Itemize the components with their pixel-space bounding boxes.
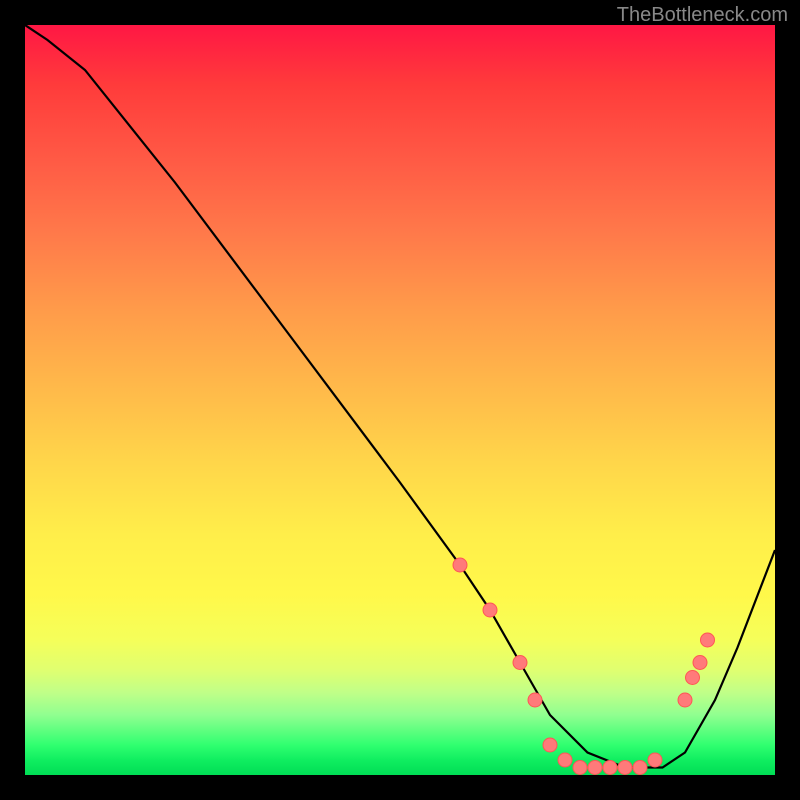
curve-marker — [588, 761, 602, 775]
curve-marker — [543, 738, 557, 752]
curve-marker — [453, 558, 467, 572]
curve-marker — [633, 761, 647, 775]
curve-marker — [686, 671, 700, 685]
curve-marker — [693, 656, 707, 670]
curve-marker — [483, 603, 497, 617]
curve-marker — [558, 753, 572, 767]
curve-marker — [678, 693, 692, 707]
chart-plot-area — [25, 25, 775, 775]
watermark-text: TheBottleneck.com — [617, 4, 788, 27]
bottleneck-curve-svg — [25, 25, 775, 775]
curve-marker — [528, 693, 542, 707]
curve-marker — [648, 753, 662, 767]
curve-marker — [618, 761, 632, 775]
curve-marker — [603, 761, 617, 775]
curve-marker — [573, 761, 587, 775]
bottleneck-curve-path — [25, 25, 775, 768]
curve-marker — [513, 656, 527, 670]
curve-markers — [453, 558, 715, 775]
curve-marker — [701, 633, 715, 647]
